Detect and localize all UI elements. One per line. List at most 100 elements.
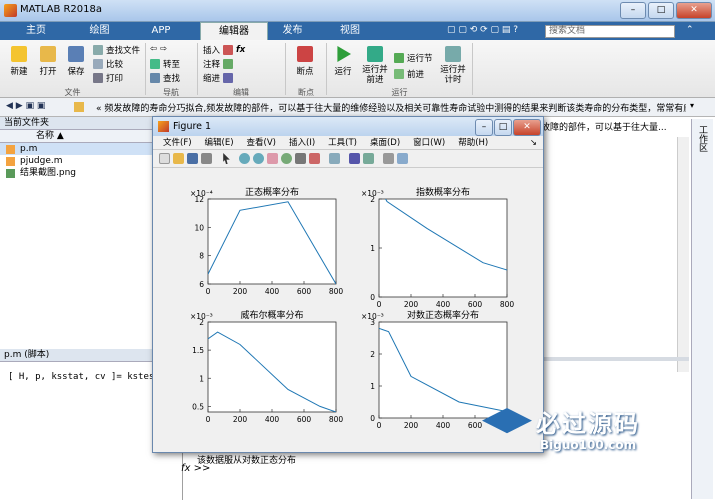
link-icon[interactable] xyxy=(329,153,340,164)
tab-editor[interactable]: 编辑器 xyxy=(200,22,268,40)
x-tick-label: 0 xyxy=(206,287,211,296)
search-input[interactable]: 搜索文档 xyxy=(545,25,675,38)
tab-apps[interactable]: APP xyxy=(136,22,186,40)
tab-view[interactable]: 视图 xyxy=(325,22,375,40)
insert-label: 插入 xyxy=(203,46,221,56)
maximize-button[interactable]: □ xyxy=(648,2,674,19)
insert-button[interactable]: 插入 fx xyxy=(203,44,245,56)
hide-tools-icon[interactable] xyxy=(383,153,394,164)
figure-maximize-button[interactable]: □ xyxy=(494,119,512,136)
x-tick-label: 0 xyxy=(206,415,211,424)
edit-group-label: 编辑 xyxy=(233,88,249,97)
command-output: 该数据服从对数正态分布 xyxy=(197,456,297,466)
show-tools-icon[interactable] xyxy=(397,153,408,164)
goto-arrows-icon[interactable]: ⇦ ⇨ xyxy=(150,44,167,54)
comment-button[interactable]: 注释 xyxy=(203,58,234,70)
new-figure-icon[interactable] xyxy=(159,153,170,164)
print-button[interactable]: 打印 xyxy=(93,72,123,84)
legend-icon[interactable] xyxy=(363,153,374,164)
m-file-icon xyxy=(6,145,15,154)
y-tick-label: 1.5 xyxy=(192,346,204,355)
indent-button[interactable]: 缩进 xyxy=(203,72,234,84)
compare-button[interactable]: 比较 xyxy=(93,58,123,70)
file-name: 结果截图.png xyxy=(20,168,76,178)
dropdown-icon[interactable]: ▾ xyxy=(690,101,694,110)
brush-icon[interactable] xyxy=(309,153,320,164)
advance-button[interactable]: 前进 xyxy=(394,68,424,80)
tab-publish[interactable]: 发布 xyxy=(270,22,315,40)
dock-arrow-icon[interactable]: ↘ xyxy=(530,136,537,149)
run-advance-button[interactable]: 运行并 前进 xyxy=(360,46,390,85)
y-tick-label: 8 xyxy=(199,252,204,261)
menu-insert[interactable]: 插入(I) xyxy=(289,136,315,149)
new-button[interactable]: 新建 xyxy=(6,46,32,77)
subplot-title: 指数概率分布 xyxy=(416,186,470,198)
tab-home[interactable]: 主页 xyxy=(15,22,57,40)
editor-ribbon: 新建 打开 保存 查找文件 比较 打印 文件 ⇦ ⇨ 转至 查找 导航 插入 fx… xyxy=(0,40,715,98)
current-path[interactable]: « 频发故障的寿命分巧拟合,频发故障的部件，可以基于往大量的维修经验以及相关可靠… xyxy=(96,101,686,114)
collapse-ribbon-icon[interactable]: ⌃ xyxy=(686,25,706,35)
find-files-label: 查找文件 xyxy=(106,46,141,56)
close-button[interactable]: ✕ xyxy=(676,2,712,19)
m-file-icon xyxy=(6,157,15,166)
figure-title-bar: Figure 1 – □ ✕ xyxy=(153,117,543,136)
menu-edit[interactable]: 编辑(E) xyxy=(205,136,234,149)
breakpoints-button[interactable]: 断点 xyxy=(291,46,319,77)
matlab-logo-icon xyxy=(158,121,169,132)
open-button[interactable]: 打开 xyxy=(35,46,61,77)
goto-icon xyxy=(150,59,160,69)
command-prompt[interactable]: fx >> xyxy=(181,463,210,474)
file-name: p.m xyxy=(20,144,38,154)
open-label: 打开 xyxy=(39,67,57,77)
minimize-button[interactable]: – xyxy=(620,2,646,19)
x-tick-label: 200 xyxy=(233,287,248,296)
x-tick-label: 200 xyxy=(404,421,419,430)
run-advance-label: 运行并 前进 xyxy=(362,65,388,85)
tab-plots[interactable]: 绘图 xyxy=(72,22,127,40)
x-tick-label: 0 xyxy=(377,300,382,309)
figure-minimize-button[interactable]: – xyxy=(475,119,493,136)
print-icon[interactable] xyxy=(201,153,212,164)
run-section-button[interactable]: 运行节 xyxy=(394,52,433,64)
pan-icon[interactable] xyxy=(267,153,278,164)
goto-label: 转至 xyxy=(163,60,181,70)
nav-arrows-icon[interactable]: ◀ ▶ ▣ ▣ xyxy=(6,101,45,111)
colorbar-icon[interactable] xyxy=(349,153,360,164)
indent-icon xyxy=(223,73,234,83)
open-icon[interactable] xyxy=(173,153,184,164)
pointer-icon[interactable] xyxy=(223,153,230,164)
file-group-label: 文件 xyxy=(64,88,81,97)
zoom-in-icon[interactable] xyxy=(239,153,250,164)
zoom-out-icon[interactable] xyxy=(253,153,264,164)
address-bar: ◀ ▶ ▣ ▣ « 频发故障的寿命分巧拟合,频发故障的部件，可以基于往大量的维修… xyxy=(0,98,715,117)
comment-label: 注释 xyxy=(203,60,221,70)
workspace-label: 工作区 xyxy=(697,125,707,152)
data-cursor-icon[interactable] xyxy=(295,153,306,164)
save-icon[interactable] xyxy=(187,153,198,164)
quick-access-icons[interactable]: ▢ ▢ ⟲ ⟳ ▢ ▤ ? xyxy=(447,25,518,35)
scrollbar[interactable] xyxy=(677,137,689,372)
find-icon xyxy=(150,73,160,83)
x-tick-label: 400 xyxy=(265,287,280,296)
menu-help[interactable]: 帮助(H) xyxy=(458,136,488,149)
find-button[interactable]: 查找 xyxy=(150,72,180,84)
run-time-button[interactable]: 运行并 计时 xyxy=(438,46,468,85)
fx-icon[interactable]: fx xyxy=(236,45,245,55)
find-files-button[interactable]: 查找文件 xyxy=(93,44,140,56)
menu-desktop[interactable]: 桌面(D) xyxy=(370,136,400,149)
menu-file[interactable]: 文件(F) xyxy=(163,136,192,149)
compare-label: 比较 xyxy=(106,60,124,70)
y-tick-label: 0 xyxy=(370,293,375,302)
menu-tools[interactable]: 工具(T) xyxy=(328,136,357,149)
graduation-cap-icon xyxy=(482,408,532,434)
watermark: 必过源码 Biguo100.com xyxy=(478,402,713,462)
goto-button[interactable]: 转至 xyxy=(150,58,180,70)
breakpoints-label: 断点 xyxy=(296,67,314,77)
menu-window[interactable]: 窗口(W) xyxy=(413,136,445,149)
menu-view[interactable]: 查看(V) xyxy=(247,136,276,149)
y-tick-label: 2 xyxy=(370,195,375,204)
save-button[interactable]: 保存 xyxy=(63,46,89,77)
figure-close-button[interactable]: ✕ xyxy=(513,119,541,136)
rotate-icon[interactable] xyxy=(281,153,292,164)
run-button[interactable]: 运行 xyxy=(331,46,355,77)
